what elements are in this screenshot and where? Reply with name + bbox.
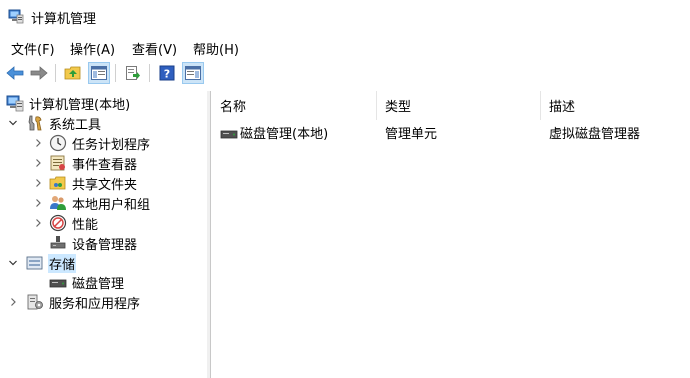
tree-item-local-users[interactable]: 本地用户和组 [33, 193, 151, 213]
clock-icon [49, 134, 67, 152]
svg-text:?: ? [164, 68, 170, 81]
row-name-text: 磁盘管理(本地) [240, 127, 329, 142]
tree-item-label: 共享文件夹 [72, 177, 138, 193]
column-header-description[interactable]: 描述 [541, 91, 690, 120]
row-description-cell: 虚拟磁盘管理器 [549, 127, 641, 142]
tree-item-performance[interactable]: 性能 [33, 213, 99, 233]
forward-arrow-icon [30, 66, 48, 80]
tree-item-label: 系统工具 [49, 117, 102, 133]
console-tree: 计算机管理(本地) 系统工具 任务计划程序 事件查看器 共享文件夹 本地用户和组… [0, 91, 208, 378]
tree-item-services-apps[interactable]: 服务和应用程序 [8, 292, 141, 312]
title-bar: 计算机管理 [0, 0, 690, 34]
chevron-down-icon[interactable] [8, 258, 18, 268]
tree-item-storage[interactable]: 存储 [8, 253, 77, 273]
chevron-right-icon[interactable] [33, 178, 43, 188]
show-hide-tree-button[interactable] [88, 62, 110, 84]
up-folder-icon [64, 66, 81, 80]
tree-item-device-manager[interactable]: 设备管理器 [49, 233, 138, 253]
table-row[interactable]: 磁盘管理(本地) 管理单元 虚拟磁盘管理器 [212, 121, 690, 142]
tree-item-label: 存储 [48, 253, 77, 273]
tree-item-event-viewer[interactable]: 事件查看器 [33, 153, 138, 173]
column-header-name[interactable]: 名称 [212, 91, 377, 120]
computer-management-icon [6, 95, 24, 112]
storage-icon [26, 256, 43, 270]
help-icon: ? [159, 65, 175, 81]
result-list: 名称 类型 描述 磁盘管理(本地) 管理单元 虚拟磁盘管理器 [212, 91, 690, 378]
menu-bar: 文件(F) 操作(A) 查看(V) 帮助(H) [0, 36, 690, 58]
disk-icon [49, 279, 67, 288]
toolbar-separator [55, 64, 56, 82]
chevron-right-icon[interactable] [33, 218, 43, 228]
tree-item-label: 性能 [72, 217, 99, 233]
tree-item-task-scheduler[interactable]: 任务计划程序 [33, 133, 151, 153]
pane-splitter[interactable] [207, 91, 211, 378]
performance-icon [49, 214, 67, 232]
tree-item-label: 计算机管理(本地) [29, 97, 131, 113]
column-header-label: 描述 [549, 100, 576, 115]
toolbar-separator [149, 64, 150, 82]
up-level-button[interactable] [62, 62, 84, 84]
chevron-right-icon[interactable] [33, 138, 43, 148]
window-title: 计算机管理 [31, 12, 97, 27]
tree-item-system-tools[interactable]: 系统工具 [8, 113, 102, 133]
row-name-cell: 磁盘管理(本地) [220, 123, 328, 142]
help-button[interactable]: ? [156, 62, 178, 84]
show-hide-tree-icon [91, 66, 107, 80]
tree-item-label: 事件查看器 [72, 157, 138, 173]
export-list-button[interactable] [122, 62, 144, 84]
back-arrow-icon [6, 66, 24, 80]
back-button[interactable] [4, 62, 26, 84]
shared-folder-icon [49, 176, 66, 190]
column-header-type[interactable]: 类型 [377, 91, 541, 120]
disk-icon [220, 130, 238, 138]
device-manager-icon [50, 236, 66, 249]
menu-help[interactable]: 帮助(H) [193, 39, 239, 58]
show-action-pane-button[interactable] [182, 62, 204, 84]
chevron-right-icon[interactable] [33, 198, 43, 208]
system-tools-icon [28, 115, 42, 131]
users-icon [50, 196, 66, 210]
tree-item-label: 任务计划程序 [72, 137, 151, 153]
menu-file[interactable]: 文件(F) [11, 39, 55, 58]
tree-item-label: 设备管理器 [72, 237, 138, 253]
chevron-down-icon[interactable] [8, 118, 18, 128]
forward-button[interactable] [28, 62, 50, 84]
column-header-label: 名称 [220, 100, 247, 115]
services-icon [27, 294, 43, 310]
tree-item-shared-folders[interactable]: 共享文件夹 [33, 173, 138, 193]
chevron-right-icon[interactable] [8, 297, 18, 307]
chevron-right-icon[interactable] [33, 158, 43, 168]
show-action-pane-icon [185, 66, 201, 80]
toolbar-separator [115, 64, 116, 82]
tree-item-label: 磁盘管理 [72, 276, 125, 292]
event-viewer-icon [50, 155, 65, 171]
menu-action[interactable]: 操作(A) [70, 39, 115, 58]
export-list-icon [126, 66, 140, 80]
tree-item-label: 服务和应用程序 [49, 296, 141, 312]
computer-management-icon [8, 9, 24, 24]
tree-item-label: 本地用户和组 [72, 197, 151, 213]
row-type-cell: 管理单元 [385, 127, 438, 142]
toolbar: ? [0, 60, 690, 88]
tree-item-computer-management[interactable]: 计算机管理(本地) [6, 93, 131, 113]
tree-item-disk-management[interactable]: 磁盘管理 [49, 272, 125, 292]
column-header-label: 类型 [385, 100, 412, 115]
menu-view[interactable]: 查看(V) [132, 39, 177, 58]
